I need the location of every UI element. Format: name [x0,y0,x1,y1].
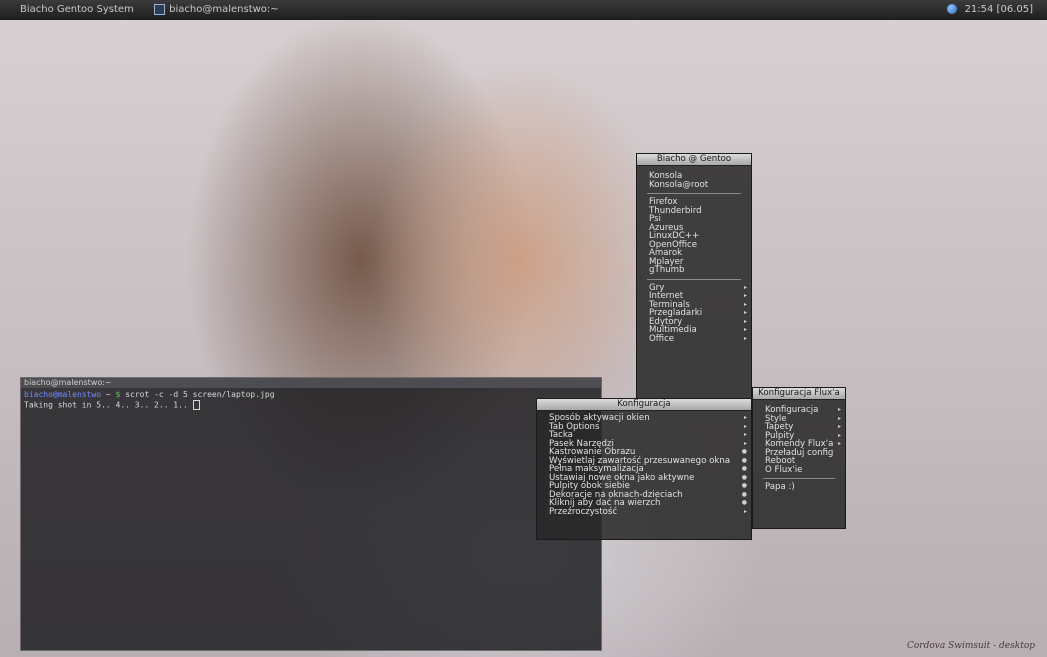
submenu-arrow-icon: ▸ [743,300,747,308]
submenu-arrow-icon: ▸ [743,414,747,421]
checkbox-icon: ● [741,473,747,481]
configuration-menu: Konfiguracja Sposób aktywacji okien ▸ Tab… [536,398,752,540]
configuration-menu-title: Konfiguracja [537,399,751,411]
prompt-symbol: $ [115,390,121,399]
submenu-arrow-icon: ▸ [743,334,747,342]
submenu-arrow-icon: ▸ [837,431,841,439]
submenu-arrow-icon: ▸ [837,440,841,447]
prompt-path: ~ [105,390,111,399]
terminal-command: scrot -c -d 5 screen/laptop.jpg [125,390,275,399]
submenu-arrow-icon: ▸ [743,292,747,299]
submenu-arrow-icon: ▸ [743,439,747,447]
config-item-label: Przeźroczystość [549,506,618,517]
submenu-office[interactable]: Office ▸ [637,333,751,344]
submenu-arrow-icon: ▸ [743,507,747,515]
terminal-window[interactable]: biacho@malenstwo:~ biacho@malenstwo ~ $ … [20,377,602,651]
submenu-arrow-icon: ▸ [743,422,747,430]
menu-item-gthumb[interactable]: gThumb [637,266,751,275]
clock: 21:54 [06.05] [964,4,1033,15]
system-title: Biacho Gentoo System [20,4,134,15]
menu-item-konsola-root[interactable]: Konsola@root [637,180,751,190]
flux-item-exit[interactable]: Papa :) [753,483,845,492]
submenu-arrow-icon: ▸ [743,431,747,438]
checkbox-icon: ● [741,448,747,455]
terminal-icon[interactable] [154,3,166,15]
root-menu-title: Biacho @ Gentoo [637,154,751,166]
checkbox-icon: ● [741,490,747,498]
checkbox-icon: ● [741,482,747,489]
terminal-titlebar[interactable]: biacho@malenstwo:~ [21,378,601,388]
wallpaper-signature: Cordova Swimsuit - desktop [906,641,1035,651]
panel-right: 21:54 [06.05] [946,0,1033,20]
submenu-label: Office [649,333,675,344]
checkbox-icon: ● [741,465,747,472]
config-item[interactable]: Przeźroczystość ▸ [537,506,751,517]
submenu-arrow-icon: ▸ [743,309,747,316]
menu-separator [647,193,741,194]
submenu-arrow-icon: ▸ [837,423,841,430]
submenu-arrow-icon: ▸ [837,414,841,422]
prompt-user: biacho@malenstwo [24,390,102,399]
flux-item-about[interactable]: O Flux'ie [753,465,845,475]
submenu-arrow-icon: ▸ [837,406,841,413]
root-menu: Biacho @ Gentoo Konsola Konsola@root Fir… [636,153,752,401]
menu-separator [763,478,835,479]
menu-separator [647,278,741,280]
submenu-arrow-icon: ▸ [743,317,747,325]
submenu-arrow-icon: ▸ [743,326,747,333]
panel-left: Biacho Gentoo System biacho@malenstwo:~ [20,0,279,20]
taskbar-terminal-item[interactable]: biacho@malenstwo:~ [169,4,279,15]
fluxbox-config-menu-title: Konfiguracja Flux'a [753,388,845,400]
checkbox-icon: ● [741,499,747,506]
submenu-arrow-icon: ▸ [743,283,747,291]
terminal-content[interactable]: biacho@malenstwo ~ $ scrot -c -d 5 scree… [21,388,601,413]
terminal-output: Taking shot in 5.. 4.. 3.. 2.. 1.. [24,400,193,410]
checkbox-icon: ● [741,456,747,464]
terminal-cursor [192,400,200,410]
system-tray-icon[interactable] [946,4,957,14]
top-panel: Biacho Gentoo System biacho@malenstwo:~ … [0,0,1047,20]
fluxbox-config-menu: Konfiguracja Flux'a Konfiguracja ▸ Style ▸… [752,387,846,529]
